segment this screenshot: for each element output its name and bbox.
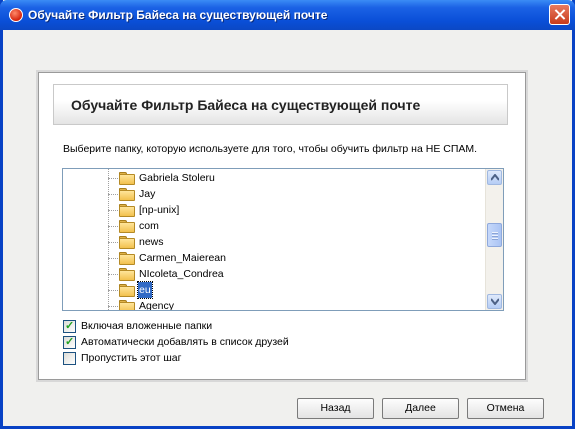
back-button[interactable]: Назад: [297, 398, 374, 419]
folder-label: news: [139, 236, 164, 248]
folder-label: Carmen_Maierean: [139, 252, 226, 264]
folder-label: Jay: [139, 188, 156, 200]
scroll-up-arrow-icon: [491, 174, 499, 181]
checkmark-icon: ✓: [65, 320, 75, 332]
folder-tree[interactable]: Gabriela Stoleru Jay [np-unix] com news: [62, 168, 504, 311]
folder-icon: [119, 204, 135, 217]
folder-label: eu: [137, 281, 153, 299]
folder-icon: [119, 300, 135, 310]
vertical-scrollbar[interactable]: [485, 169, 503, 310]
scroll-up-button[interactable]: [487, 170, 502, 185]
include-subfolders-label: Включая вложенные папки: [81, 320, 213, 332]
title-bar[interactable]: Обучайте Фильтр Байеса на существующей п…: [0, 0, 575, 30]
add-to-friends-label: Автоматически добавлять в список друзей: [81, 336, 289, 348]
folder-icon: [119, 268, 135, 281]
page-title: Обучайте Фильтр Байеса на существующей п…: [71, 97, 421, 113]
app-logo-icon: [9, 8, 23, 22]
folder-icon: [119, 172, 135, 185]
window-title: Обучайте Фильтр Байеса на существующей п…: [28, 8, 328, 22]
wizard-panel: Обучайте Фильтр Байеса на существующей п…: [38, 72, 526, 380]
include-subfolders-checkbox[interactable]: ✓: [63, 320, 76, 333]
dialog-window: Обучайте Фильтр Байеса на существующей п…: [0, 0, 575, 429]
folder-label: NIcoleta_Condrea: [139, 268, 224, 280]
skip-step-checkbox[interactable]: [63, 352, 76, 365]
scroll-down-button[interactable]: [487, 294, 502, 309]
folder-label: Gabriela Stoleru: [139, 172, 215, 184]
folder-icon: [119, 236, 135, 249]
folder-icon: [119, 284, 135, 297]
folder-label: [np-unix]: [139, 204, 180, 216]
folder-label: com: [139, 220, 159, 232]
scroll-thumb[interactable]: [487, 223, 502, 247]
folder-icon: [119, 220, 135, 233]
folder-label: Agency: [139, 300, 175, 311]
skip-step-label: Пропустить этот шаг: [81, 352, 182, 364]
scroll-down-arrow-icon: [491, 298, 499, 305]
header-box: Обучайте Фильтр Байеса на существующей п…: [53, 84, 508, 125]
folder-icon: [119, 188, 135, 201]
checkmark-icon: ✓: [65, 336, 75, 348]
add-to-friends-checkbox[interactable]: ✓: [63, 336, 76, 349]
instruction-text: Выберите папку, которую используете для …: [63, 143, 478, 155]
folder-icon: [119, 252, 135, 265]
next-button[interactable]: Далее: [382, 398, 459, 419]
cancel-button[interactable]: Отмена: [467, 398, 544, 419]
close-button[interactable]: [549, 4, 570, 25]
